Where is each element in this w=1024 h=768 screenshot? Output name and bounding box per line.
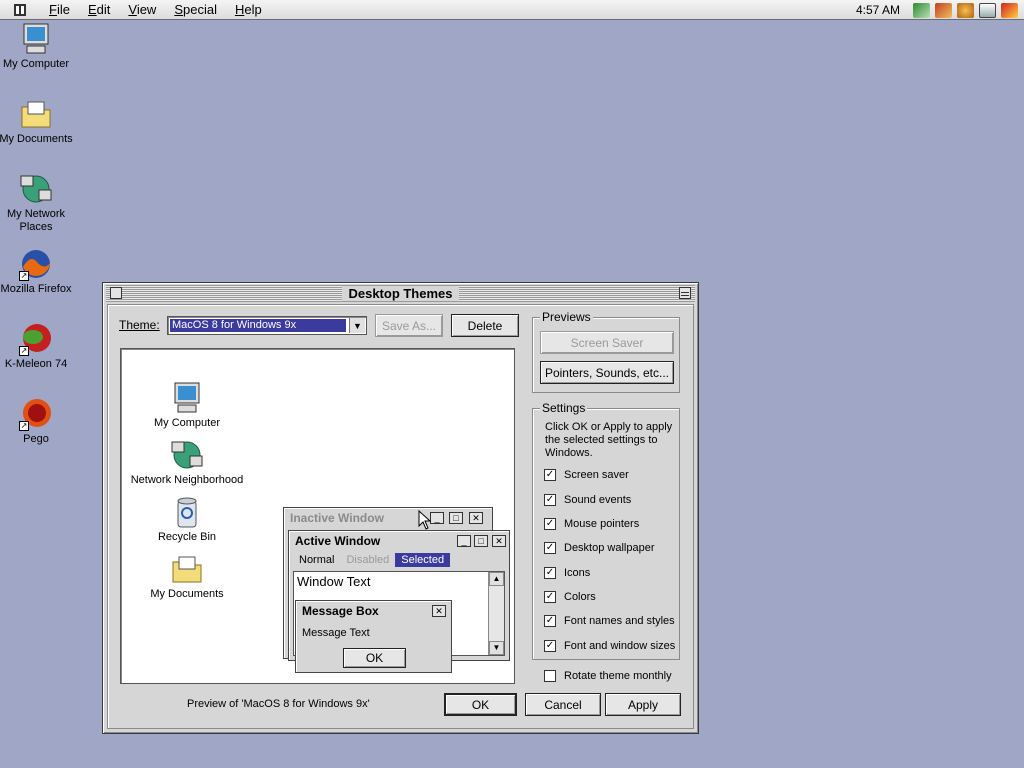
checkbox-screen-saver[interactable]: ✓ Screen saver [544, 469, 629, 481]
pego-icon: ↗ [19, 397, 53, 431]
checkbox-icon[interactable] [544, 670, 556, 682]
menu-disabled: Disabled [346, 554, 390, 566]
checkbox-rotate-theme[interactable]: Rotate theme monthly [544, 670, 672, 682]
checkbox-icon[interactable]: ✓ [544, 640, 556, 652]
save-as-button[interactable]: Save As... [375, 314, 443, 337]
apply-button[interactable]: Apply [605, 693, 681, 716]
settings-description: Click OK or Apply to apply the selected … [545, 421, 673, 459]
volume-tray-icon[interactable] [935, 2, 952, 18]
computer-icon [19, 22, 53, 56]
menu-special[interactable]: Special [165, 0, 226, 20]
ok-button[interactable]: OK [444, 693, 517, 716]
checkbox-icon[interactable]: ✓ [544, 494, 556, 506]
maximize-icon: □ [449, 512, 463, 524]
checkbox-icon[interactable]: ✓ [544, 542, 556, 554]
window-text: Window Text [297, 574, 371, 589]
checkbox-icon[interactable]: ✓ [544, 591, 556, 603]
checkbox-mouse-pointers[interactable]: ✓ Mouse pointers [544, 518, 639, 530]
checkbox-font-names[interactable]: ✓ Font names and styles [544, 615, 675, 627]
network-tray-icon[interactable] [913, 2, 930, 18]
previews-group-title: Previews [540, 310, 593, 324]
network-icon [170, 438, 204, 472]
folder-icon [170, 552, 204, 586]
firefox-icon: ↗ [19, 247, 53, 281]
menu-view[interactable]: View [119, 0, 165, 20]
message-box-title: Message Box [302, 604, 379, 618]
k-meleon-icon: ↗ [19, 322, 53, 356]
close-box-icon[interactable] [110, 287, 122, 299]
message-ok-button: OK [343, 648, 406, 668]
checkbox-icon[interactable]: ✓ [544, 615, 556, 627]
preview-icon-network-neighborhood: Network Neighborhood [127, 438, 247, 486]
settings-group: Settings Click OK or Apply to apply the … [532, 401, 680, 660]
recycle-bin-icon [170, 495, 204, 529]
dropdown-arrow-icon[interactable]: ▼ [349, 318, 365, 333]
maximize-icon: □ [474, 535, 488, 547]
collapse-box-icon[interactable] [679, 287, 691, 299]
scrollbar: ▲ ▼ [488, 572, 504, 655]
desktop-icon-my-documents[interactable]: My Documents [0, 97, 74, 146]
theme-dropdown[interactable]: MacOS 8 for Windows 9x ▼ [167, 316, 367, 335]
checkbox-icons[interactable]: ✓ Icons [544, 567, 590, 579]
checkbox-font-sizes[interactable]: ✓ Font and window sizes [544, 640, 675, 652]
computer-icon [170, 381, 204, 415]
system-tray: 4:57 AM [856, 0, 1018, 20]
menu-help[interactable]: Help [226, 0, 271, 20]
checkbox-sound-events[interactable]: ✓ Sound events [544, 494, 631, 506]
minimize-icon: _ [430, 512, 444, 524]
theme-preview-area: My Computer Network Neighborhood Recycle… [120, 348, 515, 684]
checkbox-colors[interactable]: ✓ Colors [544, 591, 596, 603]
minimize-icon: _ [457, 535, 471, 547]
preview-caption: Preview of 'MacOS 8 for Windows 9x' [187, 698, 370, 710]
shortcut-arrow-icon: ↗ [19, 271, 29, 281]
apple-menu-icon[interactable] [0, 0, 40, 20]
checkbox-icon[interactable]: ✓ [544, 469, 556, 481]
menu-edit[interactable]: Edit [79, 0, 119, 20]
folder-icon [19, 97, 53, 131]
sample-menu-row: Normal Disabled Selected [293, 553, 451, 567]
shortcut-arrow-icon: ↗ [19, 421, 29, 431]
theme-dropdown-value: MacOS 8 for Windows 9x [170, 319, 346, 332]
checkbox-icon[interactable]: ✓ [544, 518, 556, 530]
sample-message-box: Message Box ✕ Message Text OK [295, 600, 452, 673]
message-text: Message Text [302, 627, 370, 639]
dialog-titlebar[interactable]: Desktop Themes [106, 285, 695, 302]
screen-saver-button[interactable]: Screen Saver [540, 331, 674, 354]
menu-bar: File Edit View Special Help 4:57 AM [0, 0, 1024, 20]
previews-group: Previews Screen Saver Pointers, Sounds, … [532, 310, 680, 393]
app-tray-icon[interactable] [957, 2, 974, 18]
shortcut-arrow-icon: ↗ [19, 346, 29, 356]
scroll-up-icon: ▲ [489, 572, 504, 586]
desktop-themes-dialog: Desktop Themes Theme: MacOS 8 for Window… [102, 282, 699, 734]
checkbox-desktop-wallpaper[interactable]: ✓ Desktop wallpaper [544, 542, 655, 554]
scroll-down-icon: ▼ [489, 641, 504, 655]
menu-file[interactable]: File [40, 0, 79, 20]
preview-icon-my-computer: My Computer [127, 381, 247, 429]
theme-label: Theme: [119, 318, 160, 332]
desktop-icon-my-computer[interactable]: My Computer [0, 22, 74, 71]
close-icon: ✕ [469, 512, 483, 524]
mouse-pointer-icon [418, 510, 432, 530]
desktop-icon-mozilla-firefox[interactable]: ↗ Mozilla Firefox [0, 247, 74, 296]
pointers-sounds-button[interactable]: Pointers, Sounds, etc... [540, 361, 674, 384]
network-icon [19, 172, 53, 206]
checkbox-icon[interactable]: ✓ [544, 567, 556, 579]
clock[interactable]: 4:57 AM [856, 3, 900, 17]
settings-group-title: Settings [540, 401, 588, 415]
cancel-button[interactable]: Cancel [525, 693, 601, 716]
desktop-icon-my-network-places[interactable]: My Network Places [0, 172, 74, 234]
desktop-icon-pego[interactable]: ↗ Pego [0, 397, 74, 446]
menu-normal: Normal [299, 554, 335, 566]
delete-button[interactable]: Delete [451, 314, 519, 337]
desktop-icon-k-meleon[interactable]: ↗ K-Meleon 74 [0, 322, 74, 371]
help-tray-icon[interactable] [1001, 2, 1018, 18]
preview-icon-recycle-bin: Recycle Bin [127, 495, 247, 543]
preview-icon-my-documents: My Documents [127, 552, 247, 600]
dialog-title: Desktop Themes [342, 286, 459, 301]
close-icon: ✕ [432, 605, 446, 617]
close-icon: ✕ [492, 535, 506, 547]
monitor-tray-icon[interactable] [979, 2, 996, 18]
menu-selected: Selected [395, 553, 451, 567]
